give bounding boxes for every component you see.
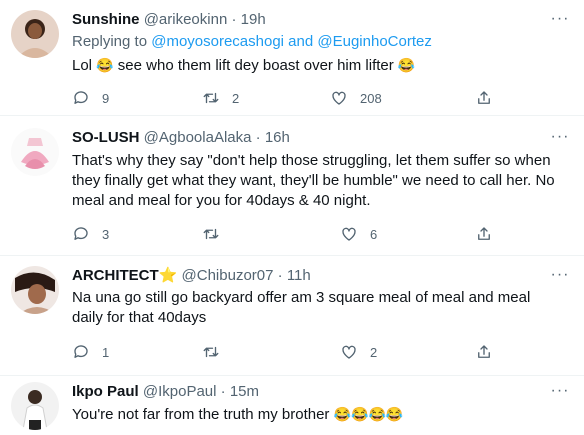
like-icon — [342, 227, 356, 241]
avatar[interactable] — [11, 266, 59, 314]
retweet-icon — [203, 92, 219, 104]
reply-count: 9 — [102, 90, 110, 106]
reply-count: 1 — [102, 344, 110, 360]
replying-to: Replying to @moyosorecashogi and @Euginh… — [72, 32, 432, 52]
retweet-count: 2 — [232, 90, 240, 106]
timestamp[interactable]: 15m — [230, 383, 259, 400]
retweet-icon — [203, 228, 219, 240]
share-icon — [478, 227, 490, 240]
avatar[interactable] — [11, 10, 59, 58]
like-button[interactable]: 6 — [340, 224, 377, 244]
tweet[interactable]: SO-LUSH @AgboolaAlaka · 16h ··· That's w… — [0, 116, 584, 256]
share-button[interactable] — [475, 224, 493, 244]
tweet-header: SO-LUSH @AgboolaAlaka · 16h — [72, 128, 544, 148]
reply-button[interactable]: 1 — [72, 342, 109, 362]
tweet-text-part: Lol — [72, 57, 97, 74]
timestamp[interactable]: 11h — [287, 267, 311, 284]
laugh-emoji-icon: 😂 — [333, 406, 352, 422]
display-name[interactable]: SO-LUSH — [72, 129, 140, 146]
like-icon — [342, 345, 356, 359]
user-handle[interactable]: @arikeokinn — [144, 11, 228, 28]
retweet-icon — [203, 346, 219, 358]
tweet-text: That's why they say "don't help those st… — [72, 152, 555, 209]
share-icon — [478, 91, 490, 104]
laugh-emoji-icon: 😂 — [368, 406, 386, 422]
retweet-button[interactable] — [202, 342, 220, 362]
tweet-text-part: see who them lift dey boast over him lif… — [113, 57, 398, 74]
more-icon[interactable]: ··· — [548, 10, 572, 30]
laugh-emoji-icon: 😂 — [96, 57, 114, 73]
tweet-header: Ikpo Paul @IkpoPaul · 15m — [72, 382, 544, 402]
share-button[interactable] — [475, 88, 493, 108]
mention-link[interactable]: @moyosorecashogi — [151, 33, 284, 50]
tweet[interactable]: Ikpo Paul @IkpoPaul · 15m ··· You're not… — [0, 376, 584, 435]
avatar[interactable] — [11, 128, 59, 176]
timestamp[interactable]: 16h — [265, 129, 290, 146]
mention-link[interactable]: @EuginhoCortez — [317, 33, 431, 50]
tweet[interactable]: Sunshine @arikeokinn · 19h ··· Replying … — [0, 0, 584, 116]
star-icon: ⭐ — [158, 267, 178, 284]
more-icon[interactable]: ··· — [548, 128, 572, 148]
laugh-emoji-icon: 😂 — [397, 57, 416, 73]
tweet-text: Na una go still go backyard offer am 3 s… — [72, 289, 531, 326]
tweet-actions: 3 6 — [72, 224, 502, 244]
reply-count: 3 — [102, 226, 110, 242]
like-button[interactable]: 208 — [330, 88, 382, 108]
retweet-button[interactable]: 2 — [202, 88, 239, 108]
like-count: 6 — [370, 226, 378, 242]
tweet-actions: 1 2 — [72, 342, 502, 362]
display-name[interactable]: Ikpo Paul — [72, 383, 139, 400]
user-handle[interactable]: @Chibuzor07 — [182, 267, 274, 284]
replying-to-label: Replying to — [72, 33, 152, 50]
user-handle[interactable]: @IkpoPaul — [143, 383, 217, 400]
tweet-actions: 9 2 208 — [72, 88, 502, 108]
laugh-emoji-icon: 😂 — [385, 406, 404, 422]
reply-button[interactable]: 9 — [72, 88, 109, 108]
reply-button[interactable]: 3 — [72, 224, 109, 244]
tweet-header: Sunshine @arikeokinn · 19h — [72, 10, 544, 30]
timestamp[interactable]: 19h — [241, 11, 266, 28]
like-button[interactable]: 2 — [340, 342, 377, 362]
like-icon — [332, 91, 346, 105]
avatar[interactable] — [11, 382, 59, 430]
reply-icon — [74, 345, 88, 358]
dot-separator: · — [251, 129, 265, 146]
more-icon[interactable]: ··· — [548, 382, 572, 402]
tweet-text-part: You're not far from the truth my brother — [72, 406, 334, 423]
reply-icon — [74, 227, 88, 240]
display-name[interactable]: ARCHITECT — [72, 267, 159, 284]
share-button[interactable] — [475, 342, 493, 362]
laugh-emoji-icon: 😂 — [351, 406, 369, 422]
dot-separator: · — [227, 11, 241, 28]
share-icon — [478, 345, 490, 358]
tweet-text: Lol 😂 see who them lift dey boast over h… — [72, 55, 568, 76]
replying-and[interactable]: and — [284, 33, 317, 50]
like-count: 2 — [370, 344, 378, 360]
dot-separator: · — [273, 267, 287, 284]
dot-separator: · — [216, 383, 230, 400]
tweet[interactable]: ARCHITECT⭐ @Chibuzor07 · 11h ··· Na una … — [0, 256, 584, 376]
tweet-text: You're not far from the truth my brother… — [72, 404, 568, 425]
display-name[interactable]: Sunshine — [72, 11, 140, 28]
reply-icon — [74, 91, 88, 104]
more-icon[interactable]: ··· — [548, 266, 572, 286]
retweet-button[interactable] — [202, 224, 220, 244]
tweet-header: ARCHITECT⭐ @Chibuzor07 · 11h — [72, 266, 544, 286]
like-count: 208 — [360, 90, 382, 106]
user-handle[interactable]: @AgboolaAlaka — [144, 129, 252, 146]
